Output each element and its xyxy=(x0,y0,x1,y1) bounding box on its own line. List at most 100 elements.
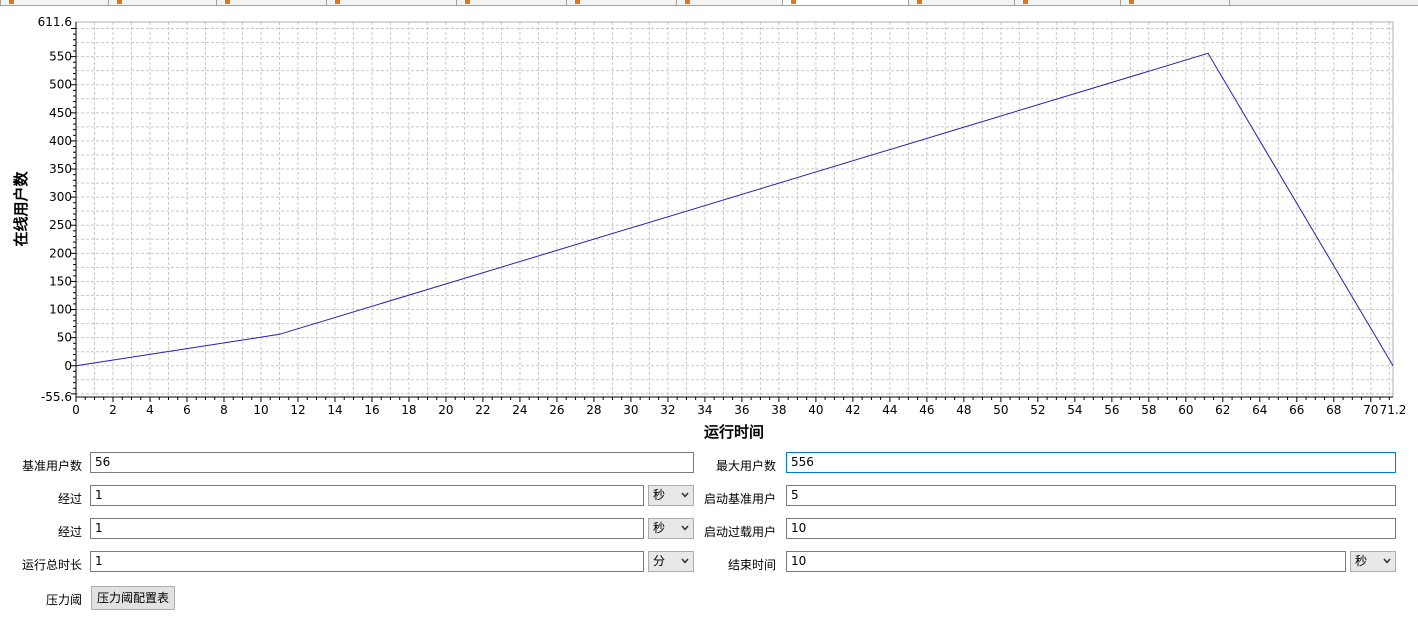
elapse-1-input[interactable]: 1 xyxy=(90,485,644,506)
x-tick-label: 26 xyxy=(549,403,564,417)
y-tick-label: 300 xyxy=(49,190,72,204)
tab-3[interactable] xyxy=(216,0,328,5)
tab-11-icon xyxy=(1129,0,1134,4)
tab-6[interactable] xyxy=(566,0,678,5)
x-tick-label: 42 xyxy=(845,403,860,417)
x-tick-label: 48 xyxy=(956,403,971,417)
x-tick-label: 56 xyxy=(1104,403,1119,417)
x-tick-label: 52 xyxy=(1030,403,1045,417)
x-tick-label: 2 xyxy=(109,403,117,417)
total-duration-unit-select[interactable]: 分 xyxy=(648,551,694,572)
tab-3-icon xyxy=(225,0,230,4)
tab-10-icon xyxy=(1023,0,1028,4)
tab-4-icon xyxy=(335,0,340,4)
x-tick-label: 58 xyxy=(1141,403,1156,417)
tab-2[interactable] xyxy=(108,0,218,5)
base-users-label: 基准用户数 xyxy=(21,459,82,473)
total-duration-input[interactable]: 1 xyxy=(90,551,644,572)
end-time-unit-select[interactable]: 秒 xyxy=(1350,551,1396,572)
y-axis-label: 在线用户数 xyxy=(12,171,30,247)
tab-9[interactable] xyxy=(908,0,1016,5)
load-config-form: 基准用户数 56 最大用户数 556 经过 1 秒 启动基准用户 5 经过 1 … xyxy=(0,448,1418,618)
tab-7-icon xyxy=(685,0,690,4)
tab-active[interactable] xyxy=(782,0,910,5)
x-tick-label: 10 xyxy=(253,403,268,417)
users-over-time-chart: 0 2 4 6 8 10 12 14 16 18 20 22 24 26 28 30 32 34 36 38 40 42 4… xyxy=(0,6,1418,446)
tab-9-icon xyxy=(917,0,922,4)
tab-7[interactable] xyxy=(676,0,784,5)
end-time-unit-value: 秒 xyxy=(1355,554,1368,568)
tab-4[interactable] xyxy=(326,0,458,5)
tab-5[interactable] xyxy=(456,0,568,5)
tab-1[interactable] xyxy=(0,0,110,5)
x-tick-label: 12 xyxy=(290,403,305,417)
x-tick-label: 54 xyxy=(1067,403,1082,417)
chevron-down-icon xyxy=(681,492,689,498)
chevron-down-icon xyxy=(1383,558,1391,564)
y-tick-label: 350 xyxy=(49,162,72,176)
start-base-users-input[interactable]: 5 xyxy=(786,485,1396,506)
x-tick-label: 71.2 xyxy=(1380,403,1407,417)
x-tick-label: 36 xyxy=(734,403,749,417)
elapse-1-unit-value: 秒 xyxy=(653,488,666,502)
y-tick-label: 100 xyxy=(49,303,72,317)
tab-1-icon xyxy=(9,0,14,4)
start-base-users-label: 启动基准用户 xyxy=(703,492,776,506)
y-tick-label: 400 xyxy=(49,134,72,148)
pressure-config-button[interactable]: 压力阈配置表 xyxy=(91,586,176,610)
x-tick-label: 38 xyxy=(771,403,786,417)
elapse-2-unit-select[interactable]: 秒 xyxy=(648,518,694,539)
total-duration-label: 运行总时长 xyxy=(21,558,82,572)
y-tick-label: 50 xyxy=(57,331,72,345)
chevron-down-icon xyxy=(681,525,689,531)
x-tick-label: 66 xyxy=(1289,403,1304,417)
elapse-2-unit-value: 秒 xyxy=(653,521,666,535)
y-tick-label: 150 xyxy=(49,274,72,288)
x-tick-label: 0 xyxy=(72,403,80,417)
start-overload-users-label: 启动过载用户 xyxy=(703,525,776,539)
y-tick-label: 611.6 xyxy=(38,15,72,29)
tab-10[interactable] xyxy=(1014,0,1122,5)
pressure-threshold-label: 压力阈 xyxy=(45,593,82,607)
start-overload-users-input[interactable]: 10 xyxy=(786,518,1396,539)
end-time-input[interactable]: 10 xyxy=(786,551,1346,572)
max-users-input[interactable]: 556 xyxy=(786,452,1396,473)
y-tick-label: 0 xyxy=(64,359,72,373)
chart-svg: 0 2 4 6 8 10 12 14 16 18 20 22 24 26 28 30 32 34 36 38 40 42 4… xyxy=(12,15,1407,441)
x-tick-label: 34 xyxy=(697,403,712,417)
x-tick-label: 30 xyxy=(623,403,638,417)
x-tick-label: 40 xyxy=(808,403,823,417)
y-tick-label: 250 xyxy=(49,218,72,232)
end-time-label: 结束时间 xyxy=(727,558,776,572)
tab-2-icon xyxy=(117,0,122,4)
x-tick-label: 60 xyxy=(1178,403,1193,417)
tab-11[interactable] xyxy=(1120,0,1230,5)
x-tick-label: 44 xyxy=(882,403,897,417)
x-tick-label: 70 xyxy=(1363,403,1378,417)
x-tick-label: 68 xyxy=(1326,403,1341,417)
x-tick-label: 20 xyxy=(438,403,453,417)
elapse-2-input[interactable]: 1 xyxy=(90,518,644,539)
x-tick-label: 22 xyxy=(475,403,490,417)
chevron-down-icon xyxy=(681,558,689,564)
total-duration-unit-value: 分 xyxy=(653,554,666,568)
elapse-1-unit-select[interactable]: 秒 xyxy=(648,485,694,506)
base-users-input[interactable]: 56 xyxy=(90,452,694,473)
y-tick-label: 550 xyxy=(49,50,72,64)
tab-active-icon xyxy=(791,0,796,4)
y-tick-label: 500 xyxy=(49,78,72,92)
y-tick-label: 200 xyxy=(49,246,72,260)
y-tick-label: 450 xyxy=(49,106,72,120)
x-tick-label: 24 xyxy=(512,403,527,417)
x-tick-label: 64 xyxy=(1252,403,1267,417)
x-tick-label: 50 xyxy=(993,403,1008,417)
x-tick-label: 4 xyxy=(146,403,154,417)
x-tick-label: 14 xyxy=(327,403,342,417)
y-tick-label: -55.6 xyxy=(41,390,72,404)
x-tick-label: 6 xyxy=(183,403,191,417)
x-tick-label: 8 xyxy=(220,403,228,417)
tab-6-icon xyxy=(575,0,580,4)
x-tick-label: 46 xyxy=(919,403,934,417)
x-tick-label: 16 xyxy=(364,403,379,417)
x-tick-label: 18 xyxy=(401,403,416,417)
